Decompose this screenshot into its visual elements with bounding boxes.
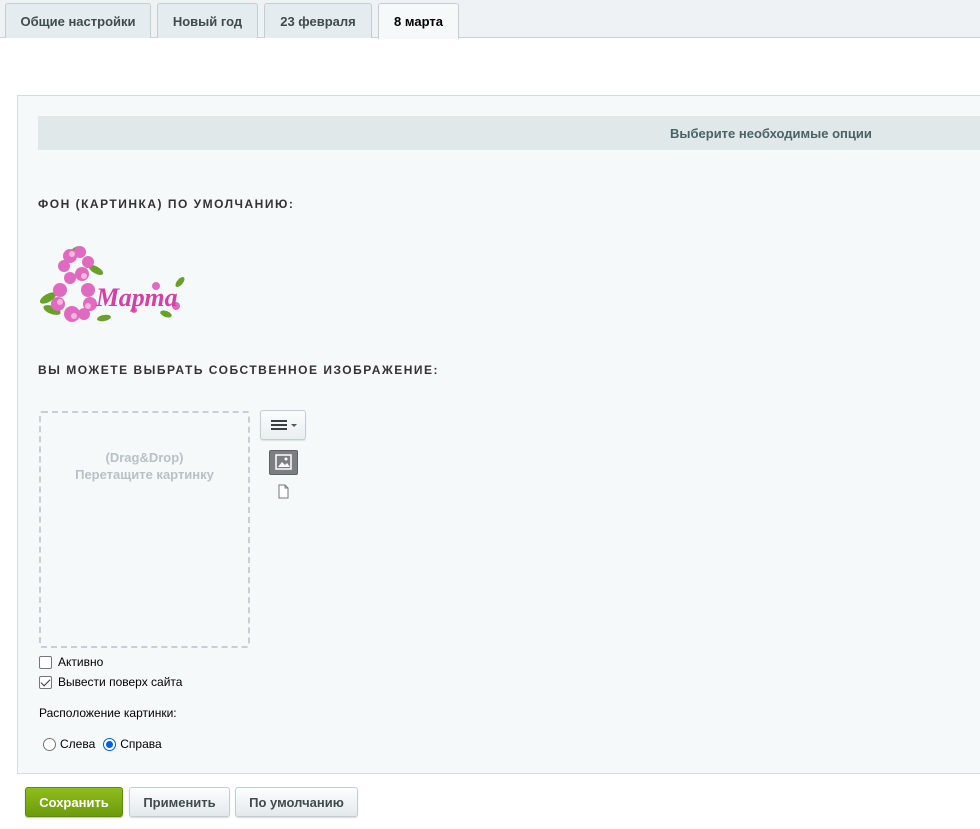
position-left-radio[interactable] xyxy=(43,737,56,751)
default-background-image: Марта xyxy=(39,246,185,322)
position-right-label: Справа xyxy=(120,737,162,751)
dropzone-hint-text: Перетащите картинку xyxy=(75,467,214,482)
default-background-title: ФОН (КАРТИНКА) ПО УМОЛЧАНИЮ: xyxy=(38,197,295,211)
image-dropzone[interactable]: (Drag&Drop) Перетащите картинку xyxy=(39,411,250,648)
position-left-label: Слева xyxy=(60,737,96,751)
default-button[interactable]: По умолчанию xyxy=(235,787,358,817)
active-checkbox[interactable] xyxy=(39,655,52,669)
custom-image-title: ВЫ МОЖЕТЕ ВЫБРАТЬ СОБСТВЕННОЕ ИЗОБРАЖЕНИ… xyxy=(38,363,440,377)
save-button[interactable]: Сохранить xyxy=(25,787,123,817)
image-view-button[interactable] xyxy=(269,450,298,475)
image-position-options: Слева Справа xyxy=(43,737,162,751)
tab-february-23[interactable]: 23 февраля xyxy=(264,3,372,38)
dropzone-hint-dragdrop: (Drag&Drop) xyxy=(105,450,184,465)
view-menu-button[interactable] xyxy=(260,410,306,440)
active-checkbox-label: Активно xyxy=(58,655,104,669)
hamburger-icon xyxy=(271,420,297,430)
tab-new-year[interactable]: Новый год xyxy=(157,3,258,38)
image-position-label: Расположение картинки: xyxy=(39,706,177,720)
settings-panel: Выберите необходимые опции ФОН (КАРТИНКА… xyxy=(17,95,980,774)
options-heading: Выберите необходимые опции xyxy=(38,116,980,150)
file-icon[interactable] xyxy=(277,484,290,499)
tab-bar: Общие настройки Новый год 23 февраля 8 м… xyxy=(0,0,980,39)
svg-text:Марта: Марта xyxy=(95,283,178,312)
image-icon xyxy=(275,454,292,470)
overlay-checkbox[interactable] xyxy=(39,675,52,689)
active-checkbox-row[interactable]: Активно xyxy=(39,655,103,669)
overlay-checkbox-label: Вывести поверх сайта xyxy=(58,675,183,689)
apply-button[interactable]: Применить xyxy=(129,787,230,817)
tab-march-8[interactable]: 8 марта xyxy=(378,3,459,39)
position-right-radio[interactable] xyxy=(103,737,117,751)
overlay-checkbox-row[interactable]: Вывести поверх сайта xyxy=(39,675,182,689)
tab-general-settings[interactable]: Общие настройки xyxy=(5,3,151,38)
